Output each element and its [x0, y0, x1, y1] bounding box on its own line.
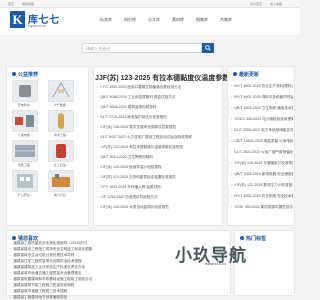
latest-title: 最新更新 — [233, 71, 259, 78]
thumb-caption-7: 电力行业... — [53, 193, 69, 197]
nav-item-standards[interactable]: 标准库 — [100, 17, 112, 23]
nav-item-collections[interactable]: 合集库 — [220, 17, 232, 23]
thumb-5[interactable] — [48, 140, 74, 162]
latest-dot-icon — [233, 72, 237, 76]
logo-icon[interactable]: K — [10, 11, 25, 28]
search-icon — [205, 45, 211, 51]
feature-item-9[interactable]: JJF(苏) 119-2025 交流电能表检定装置校准规范 — [97, 175, 219, 180]
recommend-dot-icon — [12, 72, 16, 76]
logo-subtext: kqqw.com — [28, 23, 46, 28]
nav-item-atlas[interactable]: 图集库 — [196, 17, 208, 23]
top-bar: 首页 网站地图 设为首页 加入收藏 — [0, 0, 300, 8]
latest-item-11[interactable]: T/CIE 185-2024 集成电路可靠性测试方法 — [231, 205, 293, 210]
latest-item-4[interactable]: DL/T 2555-2022 电力系统用储能变流器技术条件 — [231, 128, 293, 133]
search-input[interactable]: 请输入关键词 — [82, 43, 202, 53]
search-button[interactable] — [202, 43, 214, 53]
nav-item-papers[interactable]: 论文库 — [148, 17, 160, 23]
popular-item-5[interactable]: 福建省城市轨道交通工程质量安全管理规定 — [10, 271, 170, 276]
watermark-url: www.x19.cc — [205, 261, 227, 266]
topbar-link-favorite[interactable]: 加入收藏 — [270, 2, 282, 6]
latest-item-7[interactable]: JJF(京) 129-2025 光谱辐射计校准规范 — [231, 161, 293, 166]
nav-item-materials[interactable]: 素材库 — [172, 17, 184, 23]
thumb-2[interactable] — [12, 110, 38, 132]
feature-item-8[interactable]: JJF(京) 120-2025 医用体温计检验规程 — [97, 165, 219, 170]
latest-item-6[interactable]: DL/T 2621-2023 火电厂烟气脱硝催化剂检测 — [231, 150, 293, 155]
popular-item-6[interactable]: 福建省房屋建筑和市政基础设施工程竣工验收办法 — [10, 277, 170, 282]
thumb-caption-0: 雷电防护... — [17, 103, 33, 107]
search-row: 请输入关键词 — [0, 35, 300, 63]
thumb-caption-6: 矿山安全... — [17, 193, 33, 197]
popular-item-7[interactable]: 福建省建筑节能工程施工质量验收规程 — [10, 283, 170, 288]
latest-item-8[interactable]: QB/T 3026-2025 家用电器 安全通用要求 — [231, 172, 293, 177]
thumb-7[interactable] — [48, 170, 74, 192]
feature-item-6[interactable]: JJF(苏) 123-2025 有拉本德黏度仪温度参数校准规范 — [97, 145, 219, 150]
latest-panel: 最新更新 — [227, 66, 295, 226]
feature-item-2[interactable]: QB/T 8009-2024 建筑装饰用铝型材 — [97, 105, 219, 110]
topbar-link-set-home[interactable]: 设为首页 — [250, 2, 262, 6]
feature-item-4[interactable]: JJF(京) 138-2025 数字式超声波测厚仪校准规范 — [97, 125, 219, 130]
popular-item-3[interactable]: 福建省住宅工程质量常见问题防治技术规程 — [10, 259, 170, 264]
feature-item-12[interactable]: JJF(京) 133-2025 水质自动监测仪校准规范 — [97, 205, 219, 210]
feature-title[interactable]: JJF(苏) 123-2025 有拉本德黏度仪温度参数 — [95, 73, 229, 83]
feature-item-3[interactable]: DL/T 2719-2023 继电保护测试仪校准规范 — [97, 115, 219, 120]
thumb-caption-2: 广播电视... — [17, 133, 33, 137]
thumb-1[interactable] — [48, 80, 74, 102]
header: K 库七七 kqqw.com 标准库 知识库 论文库 素材库 图集库 合集库 — [0, 8, 300, 35]
recommend-panel: 公益推荐 雷电防护... 大气数据... 广播电视... 海洋工程... 建筑工… — [6, 66, 89, 226]
latest-item-2[interactable]: QB/T 4625-2025 卫生陶瓷 通用技术要求 — [231, 106, 293, 111]
popular-item-9[interactable]: 福建省工程建设地方标准编制规定 — [10, 295, 170, 300]
thumb-caption-3: 海洋工程... — [53, 133, 69, 137]
popular-dot-icon — [12, 236, 16, 240]
feature-item-1[interactable]: QB/T 6088-2024 工业用金属管材 弯曲试验方法 — [97, 95, 219, 100]
thumb-3[interactable] — [48, 110, 74, 132]
thumb-caption-4: 建筑工程... — [17, 163, 33, 167]
popular-item-4[interactable]: 福建省建筑施工企业安全生产标准化考评办法 — [10, 265, 170, 270]
topbar-link-home[interactable]: 首页 — [8, 2, 14, 6]
thumb-4[interactable] — [12, 140, 38, 162]
popular-item-2[interactable]: 福建省城市生活垃圾分类处理技术导则 — [10, 253, 170, 258]
popular-item-1[interactable]: 福建省建设工程施工现场安全文明施工标准化图集 — [10, 247, 170, 252]
latest-item-9[interactable]: JJF(苏) 122-2025 数字压力计校准规范 — [231, 183, 293, 188]
topbar-link-sitemap[interactable]: 网站地图 — [22, 2, 34, 6]
feature-item-0[interactable]: YY/T 1955-2025 医用口罩微生物菌落总数检测方法 — [97, 85, 219, 90]
recommend-title: 公益推荐 — [12, 71, 38, 78]
watermark: 小玖导航 www.x19.cc — [175, 241, 295, 266]
popular-item-0[interactable]: 福建省工程质量安全手册实施细则（2019试行） — [10, 241, 170, 246]
thumb-0[interactable] — [12, 80, 38, 102]
tags-dot-icon — [240, 236, 244, 240]
thumb-caption-5: 化工石油... — [53, 163, 69, 167]
feature-item-5[interactable]: DL/T 5437-2022 火力发电厂建设工程启动试运及验收规程 — [97, 135, 219, 140]
feature-item-11[interactable]: JJF 1234-2025 血液透析机检验方法 — [97, 195, 219, 200]
feature-item-10[interactable]: YY/T 1893-2024 外科植入物 金属材料 — [97, 185, 219, 190]
nav-item-knowledge[interactable]: 知识库 — [124, 17, 136, 23]
latest-item-3[interactable]: T/CEC 345-2024 电力储能系统用锂离子电池 — [231, 117, 293, 122]
latest-item-5[interactable]: GB/T 14549-2025 电能质量 公用电网谐波 — [231, 139, 293, 144]
thumb-6[interactable] — [12, 170, 38, 192]
popular-item-8[interactable]: 福建省城市道路工程施工技术规程 — [10, 289, 170, 294]
latest-item-1[interactable]: NY/T 4603-2025 饲料中多种兽药残留测定 — [231, 95, 293, 100]
feature-item-7[interactable]: QB/T 5010-2022 卫生陶瓷用釉料 — [97, 155, 219, 160]
latest-item-10[interactable]: NY/T 4605-2025 农业机械 安全技术要求 — [231, 194, 293, 199]
thumb-caption-1: 大气数据... — [53, 103, 69, 107]
latest-item-0[interactable]: NY/T 4605-2025 农业生产资料(肥料)检验规范 — [231, 84, 293, 89]
